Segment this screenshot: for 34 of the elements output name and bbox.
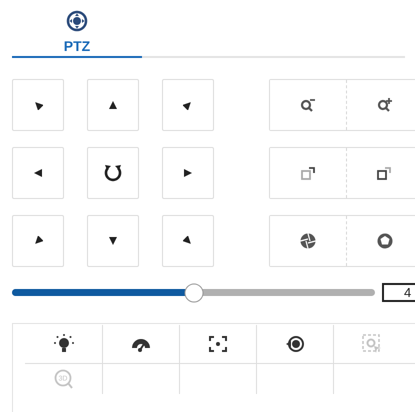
arrow-icon [33, 168, 43, 178]
auto-focus-button[interactable] [207, 334, 229, 354]
auto-focus-icon [209, 336, 227, 352]
iris-close-icon [299, 232, 317, 250]
zoom-in-icon [376, 97, 392, 113]
arrow-icon [33, 236, 43, 246]
ptz-tab[interactable]: PTZ [12, 0, 142, 58]
pan-down-button[interactable] [87, 215, 139, 267]
pan-up-right-button[interactable] [162, 79, 214, 131]
pan-up-left-button[interactable] [12, 79, 64, 131]
ptz-icon [66, 10, 88, 32]
slider-thumb[interactable] [184, 283, 203, 302]
pan-right-button[interactable] [162, 147, 214, 199]
lens-reset-icon [285, 334, 305, 354]
rotate-icon [103, 163, 123, 183]
speed-slider[interactable] [12, 283, 375, 302]
light-bulb-icon [52, 334, 74, 354]
arrow-icon [183, 236, 193, 246]
focus-far-icon [377, 166, 392, 180]
pan-left-button[interactable] [12, 147, 64, 199]
focus-near-icon [300, 166, 316, 180]
manual-track-icon [362, 334, 382, 354]
pan-down-right-button[interactable] [162, 215, 214, 267]
arrow-icon [108, 100, 118, 110]
arrow-icon [183, 100, 193, 110]
pan-down-left-button[interactable] [12, 215, 64, 267]
zoom-out-icon [300, 97, 316, 113]
arrow-icon [108, 236, 118, 246]
arrow-icon [33, 100, 43, 110]
arrow-icon [183, 168, 193, 178]
auto-pan-button[interactable] [87, 147, 139, 199]
speed-value-field[interactable]: 4 [382, 283, 415, 302]
iris-open-icon [376, 232, 394, 250]
pan-up-button[interactable] [87, 79, 139, 131]
